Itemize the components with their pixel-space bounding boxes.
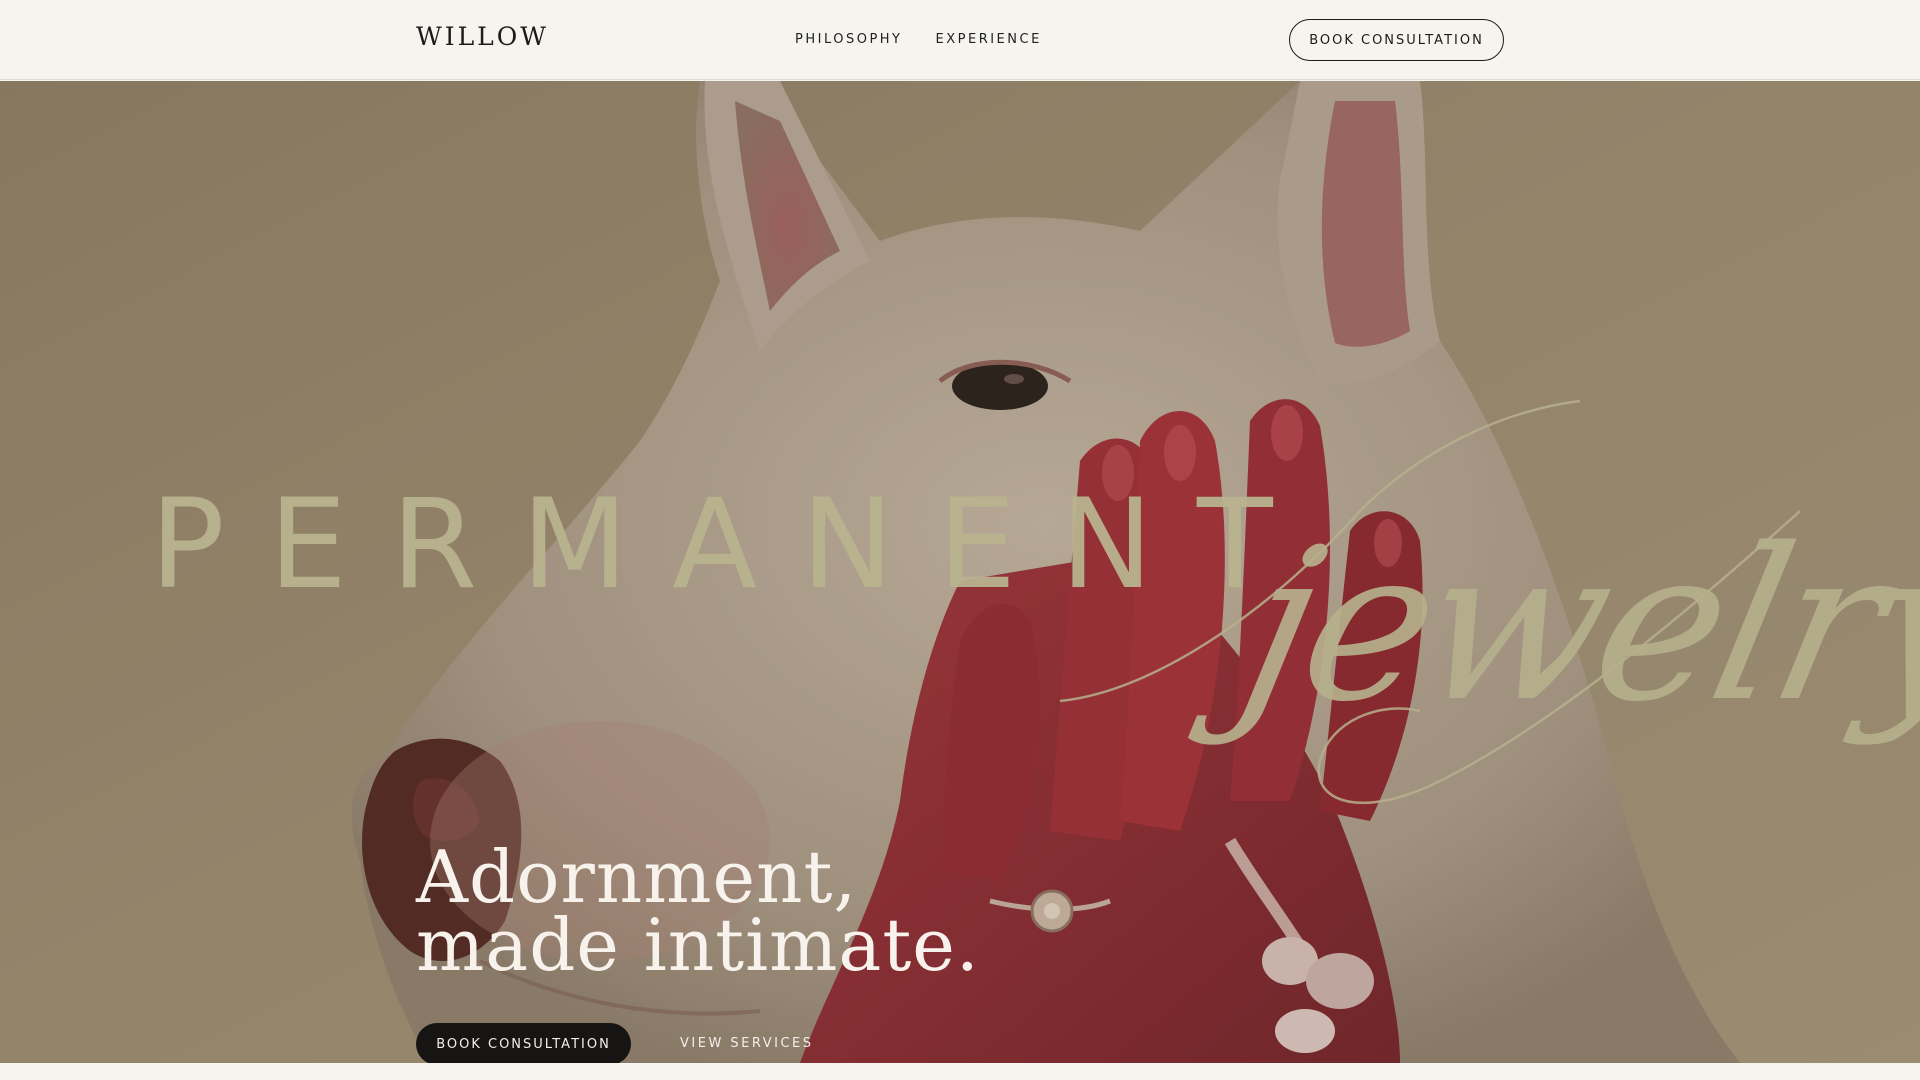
- header-book-consultation-button[interactable]: BOOK CONSULTATION: [1289, 19, 1504, 61]
- hero-book-consultation-button[interactable]: BOOK CONSULTATION: [416, 1023, 631, 1063]
- main-nav: PHILOSOPHY EXPERIENCE: [795, 32, 1042, 47]
- nav-philosophy[interactable]: PHILOSOPHY: [795, 32, 903, 47]
- view-services-link[interactable]: VIEW SERVICES: [680, 1036, 814, 1051]
- brand-logo[interactable]: WILLOW: [416, 22, 549, 51]
- hero-headline-line1: Adornment,: [416, 835, 858, 919]
- site-header: WILLOW PHILOSOPHY EXPERIENCE BOOK CONSUL…: [0, 0, 1920, 80]
- overlay-word-permanent: PERMANENT: [150, 473, 1317, 617]
- hero-headline-line2: made intimate.: [416, 903, 980, 987]
- page-bottom-strip: [0, 1063, 1920, 1080]
- nav-experience[interactable]: EXPERIENCE: [936, 32, 1042, 47]
- hero-headline: Adornment, made intimate.: [416, 835, 980, 987]
- hero-section: PERMANENT jewelry Adornment, made intima…: [0, 81, 1920, 1063]
- overlay-word-jewelry: jewelry: [1224, 503, 1920, 748]
